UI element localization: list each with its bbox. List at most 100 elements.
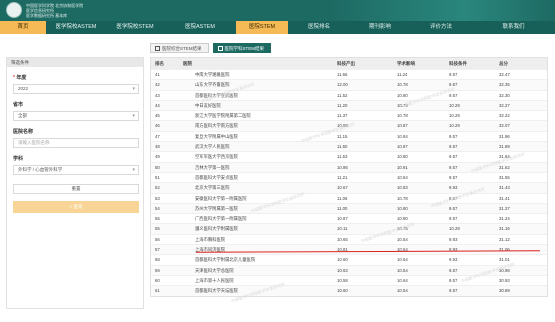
table-row[interactable]: 45 浙江大学医学院附属第二医院 11.37 10.78 10.29 32.22 — [151, 110, 547, 120]
province-select[interactable]: 全部 ▾ — [13, 111, 139, 121]
nav-home[interactable]: 首页 — [0, 21, 46, 34]
subject-label: 学科 — [13, 156, 24, 162]
table-cell: 31.89 — [499, 144, 510, 150]
table-cell: 10.29 — [449, 113, 460, 119]
table-cell: 吉林大学第一医院 — [195, 164, 230, 170]
nav-hospital-astem[interactable]: 医院ASTEM — [164, 21, 236, 34]
tab-overall-stem[interactable]: 医院综合STEM结果 — [150, 43, 209, 53]
table-cell: 浙江大学医学院附属第二医院 — [195, 113, 251, 119]
table-cell: 10.29 — [449, 226, 460, 232]
table-row[interactable]: 57 上海市同济医院 10.81 10.54 9.93 31.06 — [151, 244, 547, 255]
table-cell: 31.16 — [499, 226, 510, 232]
nav-evaluation-method[interactable]: 评价方法 — [410, 21, 472, 34]
table-cell: 10.84 — [397, 133, 408, 139]
table-cell: 中南大学湘雅医院 — [195, 72, 230, 77]
table-row[interactable]: 52 北京大学第三医院 10.67 10.83 9.93 31.43 — [151, 182, 547, 193]
table-cell: 11.50 — [337, 144, 348, 150]
nav-hospital-ranking[interactable]: 医院排名 — [288, 21, 350, 34]
table-row[interactable]: 55 广西医科大学第一附属医院 10.87 10.80 9.57 31.24 — [151, 213, 547, 223]
table-cell: 9.57 — [449, 216, 458, 222]
table-cell: 48 — [155, 144, 160, 150]
table-cell: 9.57 — [449, 288, 458, 294]
nav-school-astem[interactable]: 医学院校ASTEM — [46, 21, 106, 34]
table-cell: 30.93 — [499, 277, 510, 283]
table-cell: 31.62 — [499, 164, 510, 170]
table-header: 排名 医院 科技产出 学术影响 科技条件 总分 — [151, 58, 547, 69]
table-cell: 10.54 — [397, 288, 408, 294]
col-total[interactable]: 总分 — [499, 58, 547, 69]
table-cell: 上海市胸科医院 — [195, 236, 226, 242]
table-cell: 10.54 — [397, 267, 408, 273]
table-cell: 10.64 — [397, 257, 408, 263]
table-row[interactable]: 58 首都医科大学附属北京儿童医院 10.60 10.64 9.93 31.01 — [151, 254, 547, 264]
table-cell: 10.29 — [449, 102, 460, 108]
table-cell: 10.78 — [397, 82, 408, 88]
table-row[interactable]: 49 空军军医大学西京医院 11.53 10.80 9.57 31.84 — [151, 151, 547, 161]
table-row[interactable]: 60 上海市第十人民医院 10.58 10.64 9.57 30.93 — [151, 274, 547, 285]
table-cell: 11.37 — [337, 113, 348, 119]
table-row[interactable]: 55 遵义医科大学附属医院 10.11 10.75 10.29 31.16 — [151, 223, 547, 234]
hospital-name-label: 医院名称 — [13, 129, 34, 135]
col-impact[interactable]: 学术影响 — [397, 58, 445, 69]
col-conditions[interactable]: 科技条件 — [445, 58, 499, 69]
province-label: 省市 — [13, 102, 24, 108]
table-cell: 32.07 — [499, 123, 510, 129]
table-cell: 46 — [155, 123, 160, 129]
header-banner — [330, 0, 555, 21]
nav-school-stem[interactable]: 医学院校STEM — [106, 21, 164, 34]
table-cell: 53 — [155, 195, 160, 201]
table-cell: 10.29 — [449, 123, 460, 129]
table-row[interactable]: 47 复旦大学附属中山医院 11.15 10.84 9.57 31.96 — [151, 130, 547, 141]
table-cell: 58 — [155, 257, 160, 263]
table-cell: 10.80 — [397, 154, 408, 160]
table-cell: 10.87 — [397, 123, 408, 129]
reset-button[interactable]: 重置 — [13, 184, 139, 194]
table-cell: 54 — [155, 205, 160, 211]
table-cell: 47 — [155, 133, 160, 139]
table-cell: 天津医科大学总医院 — [195, 267, 234, 273]
table-row[interactable]: 51 首都医科大学安贞医院 11.21 10.54 9.57 31.55 — [151, 171, 547, 182]
nav-hospital-stem[interactable]: 医院STEM — [236, 21, 288, 34]
table-cell: 9.57 — [449, 72, 458, 77]
table-cell: 10.78 — [397, 113, 408, 119]
filter-panel: 筛选条件 * 年度 2022 ▾ 省市 全部 ▾ 医院名称 请输入医院名称 学科 外… — [6, 57, 144, 309]
table-cell: 12.00 — [337, 82, 348, 88]
table-cell: 10.67 — [337, 185, 348, 191]
table-cell: 57 — [155, 247, 160, 253]
table-row[interactable]: 56 上海市胸科医院 10.65 10.54 9.93 31.12 — [151, 233, 547, 244]
table-cell: 11.66 — [337, 72, 348, 77]
table-cell: 11.06 — [337, 195, 348, 201]
table-cell: 首都医科大学安贞医院 — [195, 174, 238, 180]
table-cell: 51 — [155, 174, 160, 180]
table-cell: 11.15 — [337, 133, 348, 139]
table-cell: 32.30 — [499, 92, 510, 98]
folder-icon — [155, 46, 160, 51]
table-cell: 上海市第十人民医院 — [195, 277, 234, 283]
table-row[interactable]: 41 中南大学湘雅医院 11.66 11.24 9.57 32.47 — [151, 69, 547, 79]
table-cell: 10.63 — [337, 267, 348, 273]
table-cell: 武汉大学人民医院 — [195, 144, 230, 150]
table-cell: 10.87 — [337, 216, 348, 222]
table-row[interactable]: 48 武汉大学人民医院 11.50 10.87 9.57 31.89 — [151, 141, 547, 152]
nav-contact[interactable]: 联系我们 — [472, 21, 555, 34]
col-output[interactable]: 科技产出 — [333, 58, 397, 69]
table-cell: 10.81 — [337, 247, 348, 253]
subject-select[interactable]: 外科学 / 心血管外科学 ▾ — [13, 165, 139, 175]
query-button[interactable]: ⌕ 查询 — [13, 201, 139, 213]
year-select[interactable]: 2022 ▾ — [13, 84, 139, 94]
table-cell: 南方医科大学南方医院 — [195, 123, 238, 129]
hospital-name-input[interactable]: 请输入医院名称 — [13, 138, 139, 148]
col-rank[interactable]: 排名 — [151, 58, 179, 69]
table-row[interactable]: 54 苏州大学附属第一医院 11.00 10.80 9.57 31.37 — [151, 202, 547, 214]
table-cell: 44 — [155, 102, 160, 108]
tab-subject-stem[interactable]: 医院学科STEM结果 — [212, 43, 271, 53]
table-row[interactable]: 61 首都医科大学天坛医院 10.60 10.54 9.57 30.89 — [151, 285, 547, 296]
table-row[interactable]: 42 山东大学齐鲁医院 12.00 10.78 9.57 32.35 — [151, 79, 547, 90]
table-row[interactable]: 53 安徽医科大学第一附属医院 11.06 10.78 9.57 31.41 — [151, 192, 547, 203]
table-cell: 42 — [155, 82, 160, 88]
header-bar: 中国医学科学院 北京协和医学院 医学信息研究所 医学数据研究所 基本库 — [0, 0, 555, 21]
col-hospital[interactable]: 医院 — [179, 58, 333, 69]
institution-logo[interactable] — [6, 2, 22, 18]
nav-journal-impact[interactable]: 期刊影响 — [350, 21, 410, 34]
table-cell: 遵义医科大学附属医院 — [195, 226, 238, 232]
